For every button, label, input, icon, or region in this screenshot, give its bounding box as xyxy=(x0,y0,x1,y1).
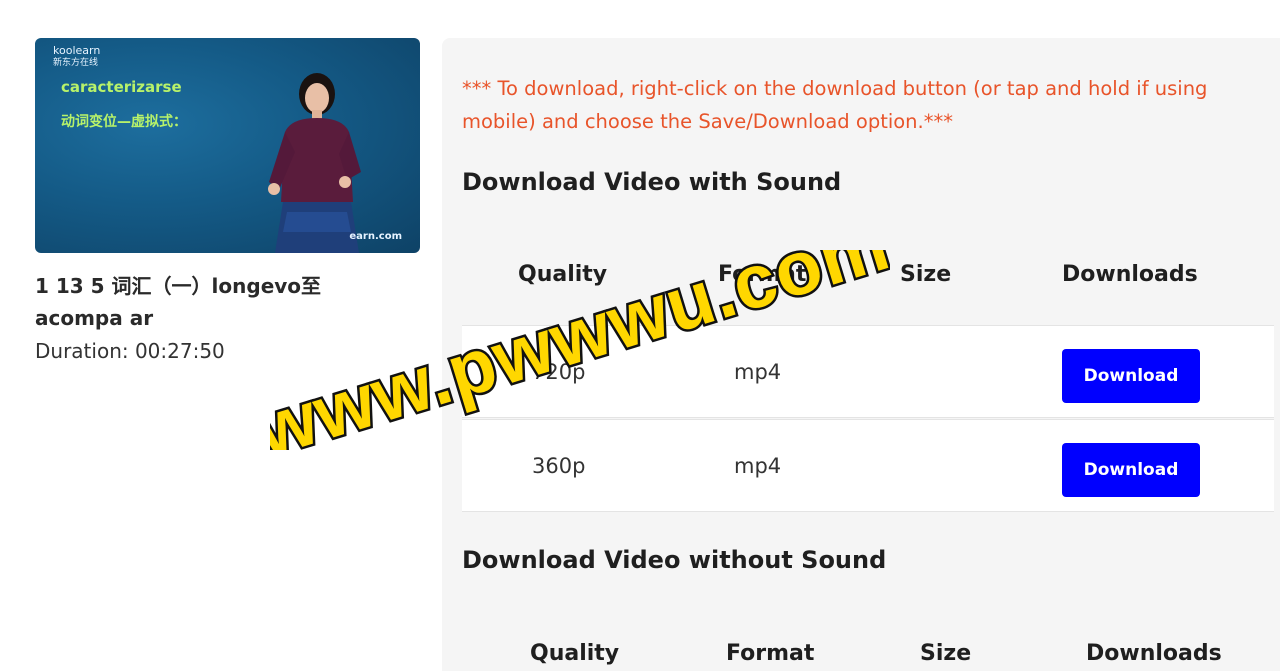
thumbnail-logo-cn: 新东方在线 xyxy=(53,58,99,68)
header-quality: Quality xyxy=(530,641,620,666)
page: koolearn 新东方在线 caracterizarse 动词变位—虚拟式： xyxy=(0,0,1280,671)
without-sound-table-header: Quality Format Size Downloads xyxy=(462,641,1274,671)
presenter-figure xyxy=(268,73,361,253)
video-thumbnail[interactable]: koolearn 新东方在线 caracterizarse 动词变位—虚拟式： xyxy=(35,38,420,253)
table-row: 360p mp4 Download xyxy=(462,419,1274,512)
row-format: mp4 xyxy=(734,454,782,478)
video-duration: Duration: 00:27:50 xyxy=(35,339,225,363)
video-title: 1 13 5 词汇（一）longevo至 acompa ar xyxy=(35,274,322,330)
row-quality: 360p xyxy=(532,454,586,478)
row-quality: 720p xyxy=(532,360,586,384)
video-info: koolearn 新东方在线 caracterizarse 动词变位—虚拟式： xyxy=(35,38,420,363)
thumbnail-logo: koolearn 新东方在线 xyxy=(53,44,101,68)
header-size: Size xyxy=(920,641,972,666)
table-row: 720p mp4 Download xyxy=(462,325,1274,418)
header-format: Format xyxy=(726,641,815,666)
header-format: Format xyxy=(718,262,807,287)
download-notice: *** To download, right-click on the down… xyxy=(462,77,1208,133)
thumbnail-logo-text: koolearn xyxy=(53,44,101,57)
header-downloads: Downloads xyxy=(1062,262,1198,287)
without-sound-title: Download Video without Sound xyxy=(462,546,887,574)
download-panel: *** To download, right-click on the down… xyxy=(442,38,1280,671)
download-button-360p[interactable]: Download xyxy=(1062,443,1200,497)
header-downloads: Downloads xyxy=(1086,641,1222,666)
header-quality: Quality xyxy=(518,262,608,287)
thumbnail-subtitle: 动词变位—虚拟式： xyxy=(61,114,187,130)
thumbnail-word: caracterizarse xyxy=(61,78,182,96)
header-size: Size xyxy=(900,262,952,287)
thumbnail-site: earn.com xyxy=(349,231,402,242)
with-sound-title: Download Video with Sound xyxy=(462,168,842,196)
download-button-720p[interactable]: Download xyxy=(1062,349,1200,403)
row-format: mp4 xyxy=(734,360,782,384)
with-sound-table-header: Quality Format Size Downloads xyxy=(462,262,1274,302)
